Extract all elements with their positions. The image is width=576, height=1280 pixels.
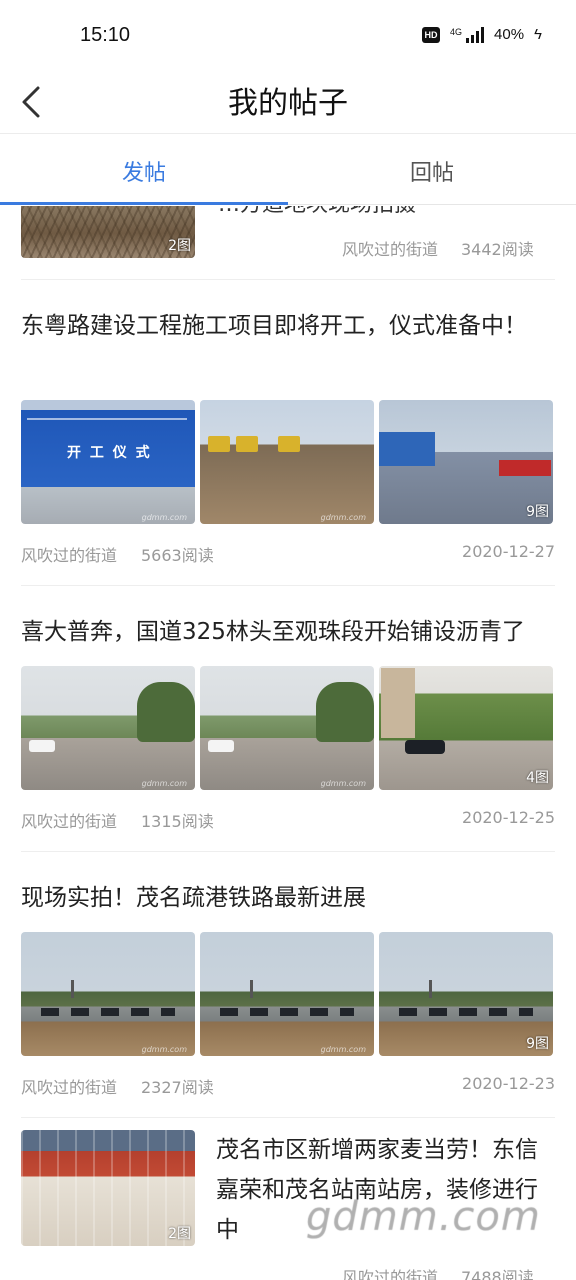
app-header: 我的帖子 xyxy=(0,72,576,134)
post-read-count: 1315阅读 xyxy=(141,812,214,831)
post-read-count: 3442阅读 xyxy=(461,240,534,259)
post-date: 2020-12-23 xyxy=(462,1074,555,1093)
post-date: 2020-12-25 xyxy=(462,808,555,827)
image-count-badge: 9图 xyxy=(526,1036,549,1052)
network-label: 4G xyxy=(450,26,463,37)
post-item[interactable]: 2图 …方道地块现场拍摄 风吹过的街道 3442阅读 xyxy=(0,206,576,280)
post-image[interactable]: 开 工 仪 式 gdmm.com xyxy=(21,400,195,524)
post-image[interactable]: 9图 xyxy=(379,932,553,1056)
post-date: 2020-12-27 xyxy=(462,542,555,561)
image-count-badge: 9图 xyxy=(526,504,549,520)
photo-watermark: gdmm.com xyxy=(141,1045,187,1054)
divider xyxy=(21,585,555,586)
post-author: 风吹过的街道 xyxy=(21,546,118,565)
post-image[interactable]: gdmm.com xyxy=(200,932,374,1056)
post-read-count: 7488阅读 xyxy=(461,1268,534,1280)
post-image[interactable]: gdmm.com xyxy=(21,932,195,1056)
post-thumbnail: 2图 xyxy=(21,1130,195,1246)
post-feed[interactable]: 2图 …方道地块现场拍摄 风吹过的街道 3442阅读 东粤路建设工程施工项目即将… xyxy=(0,206,576,1280)
page-title: 我的帖子 xyxy=(228,86,348,121)
post-image[interactable]: 9图 xyxy=(379,400,553,524)
divider xyxy=(21,1117,555,1118)
photo-watermark: gdmm.com xyxy=(320,513,366,522)
charging-bolt-icon: ϟ xyxy=(534,26,542,43)
divider xyxy=(21,279,555,280)
post-title: 东粤路建设工程施工项目即将开工，仪式准备中！ xyxy=(21,313,527,339)
divider xyxy=(21,851,555,852)
photo-watermark: gdmm.com xyxy=(141,779,187,788)
photo-watermark: gdmm.com xyxy=(141,513,187,522)
status-bar: 15:10 HD 4G 40% ϟ xyxy=(0,0,576,72)
post-author: 风吹过的街道 xyxy=(342,240,439,259)
hd-icon: HD xyxy=(422,26,440,43)
board-text: 开 工 仪 式 xyxy=(67,445,152,461)
battery-percent: 40% xyxy=(494,26,525,43)
post-image[interactable]: 4图 xyxy=(379,666,553,790)
post-image[interactable]: gdmm.com xyxy=(200,400,374,524)
post-item[interactable]: 东粤路建设工程施工项目即将开工，仪式准备中！ 开 工 仪 式 gdmm.com … xyxy=(0,306,576,586)
post-read-count: 2327阅读 xyxy=(141,1078,214,1097)
post-image-row: gdmm.com gdmm.com 4图 xyxy=(21,666,553,790)
tab-posts[interactable]: 发帖 xyxy=(0,155,288,187)
status-indicators: HD 4G 40% ϟ xyxy=(422,26,542,43)
post-title: …方道地块现场拍摄 xyxy=(218,206,416,218)
image-count-badge: 4图 xyxy=(526,770,549,786)
post-item[interactable]: 喜大普奔，国道325林头至观珠段开始铺设沥青了 gdmm.com gdmm.co… xyxy=(0,612,576,852)
post-image[interactable]: gdmm.com xyxy=(21,666,195,790)
image-count-badge: 2图 xyxy=(168,238,191,254)
tab-bar: 发帖 回帖 xyxy=(0,135,576,205)
status-time: 15:10 xyxy=(80,24,131,46)
post-author: 风吹过的街道 xyxy=(21,812,118,831)
post-author: 风吹过的街道 xyxy=(21,1078,118,1097)
post-author: 风吹过的街道 xyxy=(342,1268,439,1280)
post-image-row: 开 工 仪 式 gdmm.com gdmm.com 9图 xyxy=(21,400,553,524)
tab-replies[interactable]: 回帖 xyxy=(288,155,576,187)
post-image-row: gdmm.com gdmm.com 9图 xyxy=(21,932,553,1056)
post-image[interactable]: gdmm.com xyxy=(200,666,374,790)
image-count-badge: 2图 xyxy=(168,1226,191,1242)
post-thumbnail: 2图 xyxy=(21,206,195,258)
signal-icon: 4G xyxy=(450,26,485,43)
post-title: 喜大普奔，国道325林头至观珠段开始铺设沥青了 xyxy=(21,619,525,645)
post-read-count: 5663阅读 xyxy=(141,546,214,565)
active-tab-indicator xyxy=(0,202,288,205)
post-item[interactable]: 现场实拍！茂名疏港铁路最新进展 gdmm.com gdmm.com 9图 风吹过… xyxy=(0,878,576,1118)
post-title: 现场实拍！茂名疏港铁路最新进展 xyxy=(21,885,366,911)
site-watermark: gdmm.com xyxy=(306,1194,541,1240)
photo-watermark: gdmm.com xyxy=(320,779,366,788)
photo-watermark: gdmm.com xyxy=(320,1045,366,1054)
